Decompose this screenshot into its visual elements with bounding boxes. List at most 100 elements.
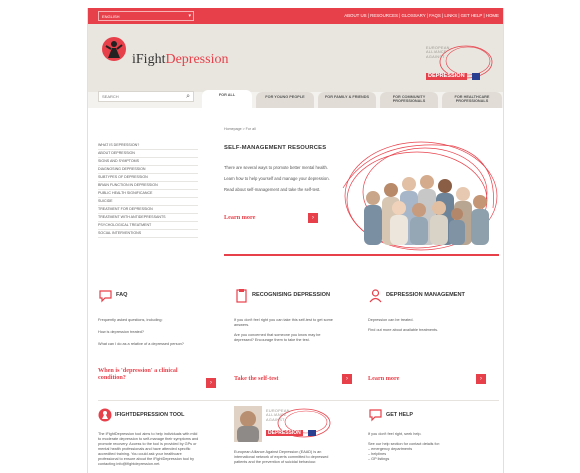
eaad-logo[interactable]: EUROPEAN ALLIANCE AGAINST DEPRESSION [426, 42, 498, 86]
audience-tabs: FOR ALL FOR YOUNG PEOPLE FOR FAMILY & FR… [202, 90, 502, 108]
sidebar-item[interactable]: WHAT IS DEPRESSION? [98, 142, 198, 150]
depression-management-section: DEPRESSION MANAGEMENT Depression can be … [368, 288, 486, 388]
faq-title: FAQ [116, 292, 128, 298]
management-learn-more-label: Learn more [368, 375, 400, 382]
sidebar-item[interactable]: ABOUT DEPRESSION [98, 150, 198, 158]
tool-text: to moderate depression to self-manage th… [98, 437, 199, 441]
logo-fight: Fight [135, 52, 166, 67]
top-bar: ENGLISH ▾ ABOUT US | RESOURCES | GLOSSAR… [88, 8, 503, 24]
eaad-text: EUROPEAN ALLIANCE AGAINST [426, 46, 450, 59]
sidebar-item[interactable]: SOCIAL INTERVENTIONS [98, 230, 198, 238]
ifightdepression-tool-icon [98, 408, 112, 422]
arrow-right-icon: › [476, 374, 486, 384]
management-learn-more-button[interactable]: Learn more › [368, 374, 486, 388]
arrow-right-icon: › [308, 213, 318, 223]
sidebar-item[interactable]: PSYCHOLOGICAL TREATMENT [98, 222, 198, 230]
section-divider [98, 400, 499, 401]
language-select[interactable]: ENGLISH ▾ [98, 11, 194, 21]
intro-text: Read about self-management and take the … [224, 187, 321, 192]
get-help-title: GET HELP [386, 412, 413, 418]
tab-for-healthcare-professionals[interactable]: FOR HEALTHCARE PROFESSIONALS [442, 92, 502, 108]
tool-text: accredited training. You could ask your … [98, 452, 182, 456]
language-value: ENGLISH [102, 14, 120, 19]
recognising-depression-section: RECOGNISING DEPRESSION If you don't feel… [234, 288, 352, 388]
clipboard-icon [236, 289, 247, 303]
recognising-text: answers. [234, 323, 250, 327]
eaad-depression: DEPRESSION [426, 73, 467, 80]
sidebar-item[interactable]: TREATMENT WITH ANTIDEPRESSANTS [98, 214, 198, 222]
eaad-depression: DEPRESSION [266, 430, 303, 436]
faq-cta-button[interactable]: When is 'depression' a clinical conditio… [98, 367, 216, 388]
tool-text: promote recovery. Access to the tool is … [98, 442, 197, 446]
faq-section: FAQ Frequently asked questions, includin… [98, 288, 216, 388]
chevron-down-icon: ▾ [188, 13, 191, 19]
main-content: WHAT IS DEPRESSION? ABOUT DEPRESSION SIG… [88, 108, 503, 473]
tool-text: contacting info@ifightdepression.net. [98, 462, 161, 466]
tab-for-all[interactable]: FOR ALL [202, 90, 252, 108]
faq-text: Frequently asked questions, including: [98, 318, 163, 322]
divider [224, 254, 499, 256]
search-input[interactable] [99, 92, 179, 101]
recognising-text: If you don't feel right you can take thi… [234, 318, 333, 322]
arrow-right-icon: › [342, 374, 352, 384]
hero-group-photo [342, 141, 498, 251]
learn-more-button[interactable]: Learn more › [224, 213, 318, 223]
logo-depression: Depression [165, 52, 229, 67]
management-text: Depression can be treated. [368, 318, 414, 322]
sidebar-item[interactable]: DIAGNOSING DEPRESSION [98, 166, 198, 174]
recognising-text: depressed? Encourage them to take the te… [234, 338, 310, 342]
sidebar-item[interactable]: SUBTYPES OF DEPRESSION [98, 174, 198, 182]
tool-text: mental health professionals and have att… [98, 447, 191, 451]
sidebar-item[interactable]: TREATMENT FOR DEPRESSION [98, 206, 198, 214]
get-help-text: – GP listings [368, 457, 390, 461]
learn-more-label: Learn more [224, 214, 256, 221]
page-title: SELF-MANAGEMENT RESOURCES [224, 145, 327, 151]
tab-for-family-friends[interactable]: FOR FAMILY & FRIENDS [318, 92, 376, 108]
search-icon[interactable]: ⌕ [186, 92, 190, 101]
top-navigation-links[interactable]: ABOUT US | RESOURCES | GLOSSARY | FAQS |… [344, 12, 499, 20]
browser-page: ENGLISH ▾ ABOUT US | RESOURCES | GLOSSAR… [87, 8, 504, 473]
tool-title: IFIGHTDEPRESSION TOOL [115, 412, 185, 418]
eaad-description: European Alliance Against Depression (EA… [234, 450, 322, 454]
person-icon [369, 289, 382, 303]
partner-photo [234, 406, 262, 442]
faq-question-link[interactable]: What can I do as a relative of a depress… [98, 342, 184, 347]
faq-cta-label: When is 'depression' a clinical conditio… [98, 367, 178, 381]
sidebar-nav: WHAT IS DEPRESSION? ABOUT DEPRESSION SIG… [98, 142, 198, 238]
search-box: ⌕ [98, 91, 194, 102]
ifightdepression-logo-icon[interactable] [100, 36, 130, 62]
self-test-button[interactable]: Take the self-test › [234, 374, 352, 388]
breadcrumb[interactable]: Homepage > For all [224, 127, 256, 131]
site-logo-text[interactable]: iFightDepression [132, 52, 228, 68]
eaad-description: patients and the prevention of suicidal … [234, 460, 317, 464]
eaad-text: EUROPEAN ALLIANCE AGAINST [266, 409, 290, 422]
eaad-partner-logo[interactable]: EUROPEAN ALLIANCE AGAINST DEPRESSION [266, 406, 338, 442]
sidebar-item[interactable]: PUBLIC HEALTH SIGNIFICANCE [98, 190, 198, 198]
tab-for-young-people[interactable]: FOR YOUNG PEOPLE [256, 92, 314, 108]
faq-question-link[interactable]: How is depression treated? [98, 330, 144, 335]
sidebar-item[interactable]: BRAIN FUNCTION IN DEPRESSION [98, 182, 198, 190]
site-header: iFightDepression EUROPEAN ALLIANCE AGAIN… [88, 24, 503, 92]
management-title: DEPRESSION MANAGEMENT [386, 292, 465, 298]
self-test-label: Take the self-test [234, 375, 279, 382]
intro-text: Learn how to help yourself and manage yo… [224, 176, 330, 181]
recognising-text: Are you concerned that someone you know … [234, 333, 321, 337]
get-help-text: If you don't feel right, seek help. [368, 432, 422, 436]
get-help-text: – helplines [368, 452, 387, 456]
recognising-title: RECOGNISING DEPRESSION [252, 292, 331, 298]
arrow-right-icon: › [206, 378, 216, 388]
eu-flag-icon [308, 430, 316, 436]
speech-bubble-icon [99, 290, 112, 303]
eu-flag-icon [472, 73, 480, 80]
speech-bubble-icon [369, 409, 382, 422]
tool-text: professional to ensure about the iFightD… [98, 457, 195, 461]
eaad-description: international network of experts committ… [234, 455, 329, 459]
get-help-text: – emergency departments [368, 447, 413, 451]
management-text: Find out more about available treatments… [368, 328, 439, 332]
get-help-text: See our help section for contact details… [368, 442, 440, 446]
sidebar-item[interactable]: SIGNS AND SYMPTOMS [98, 158, 198, 166]
tool-text: The iFightDepression tool aims to help i… [98, 432, 198, 436]
intro-text: There are several ways to promote better… [224, 165, 329, 170]
sidebar-item[interactable]: SUICIDE [98, 198, 198, 206]
tab-for-community-professionals[interactable]: FOR COMMUNITY PROFESSIONALS [380, 92, 438, 108]
